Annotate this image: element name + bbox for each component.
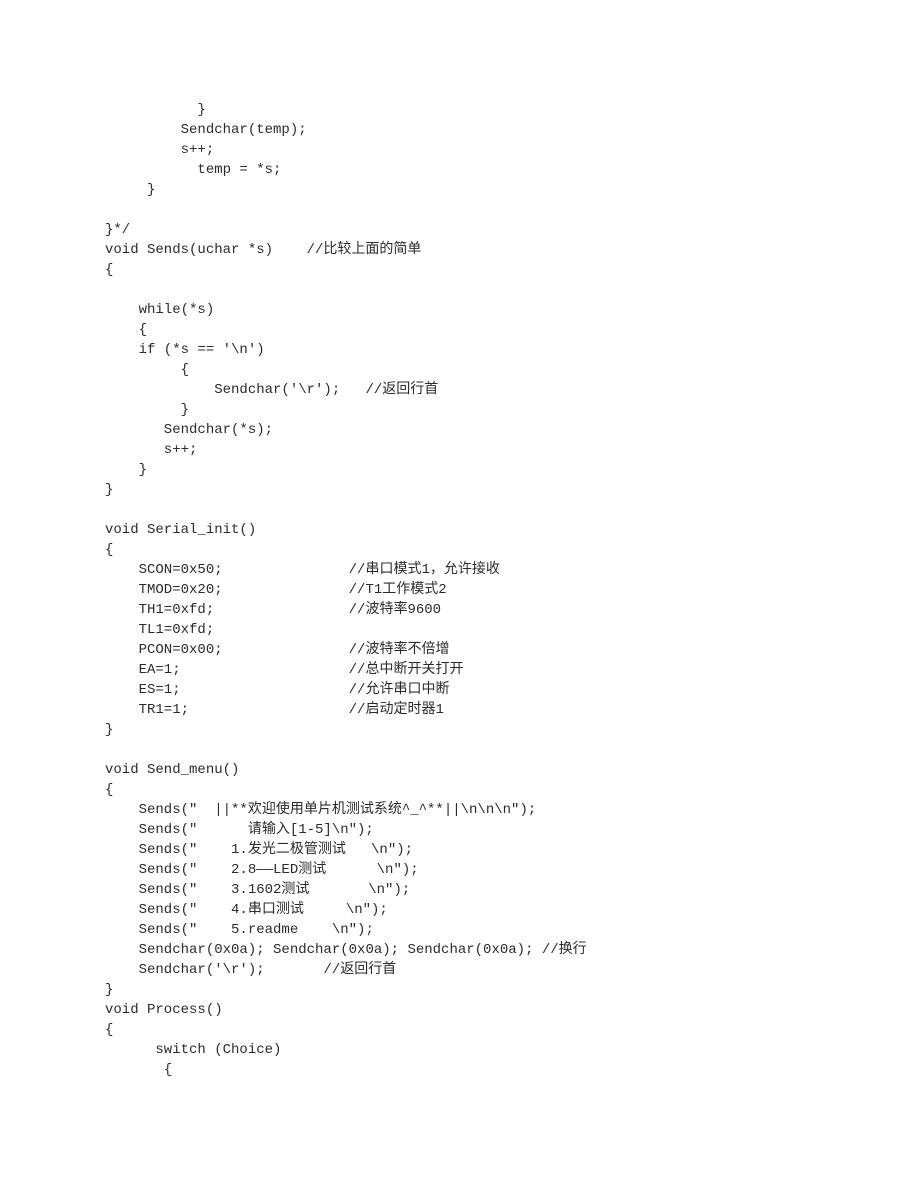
- code-block: } Sendchar(temp); s++; temp = *s; } }*/ …: [105, 100, 815, 1080]
- code-document: } Sendchar(temp); s++; temp = *s; } }*/ …: [0, 0, 920, 1191]
